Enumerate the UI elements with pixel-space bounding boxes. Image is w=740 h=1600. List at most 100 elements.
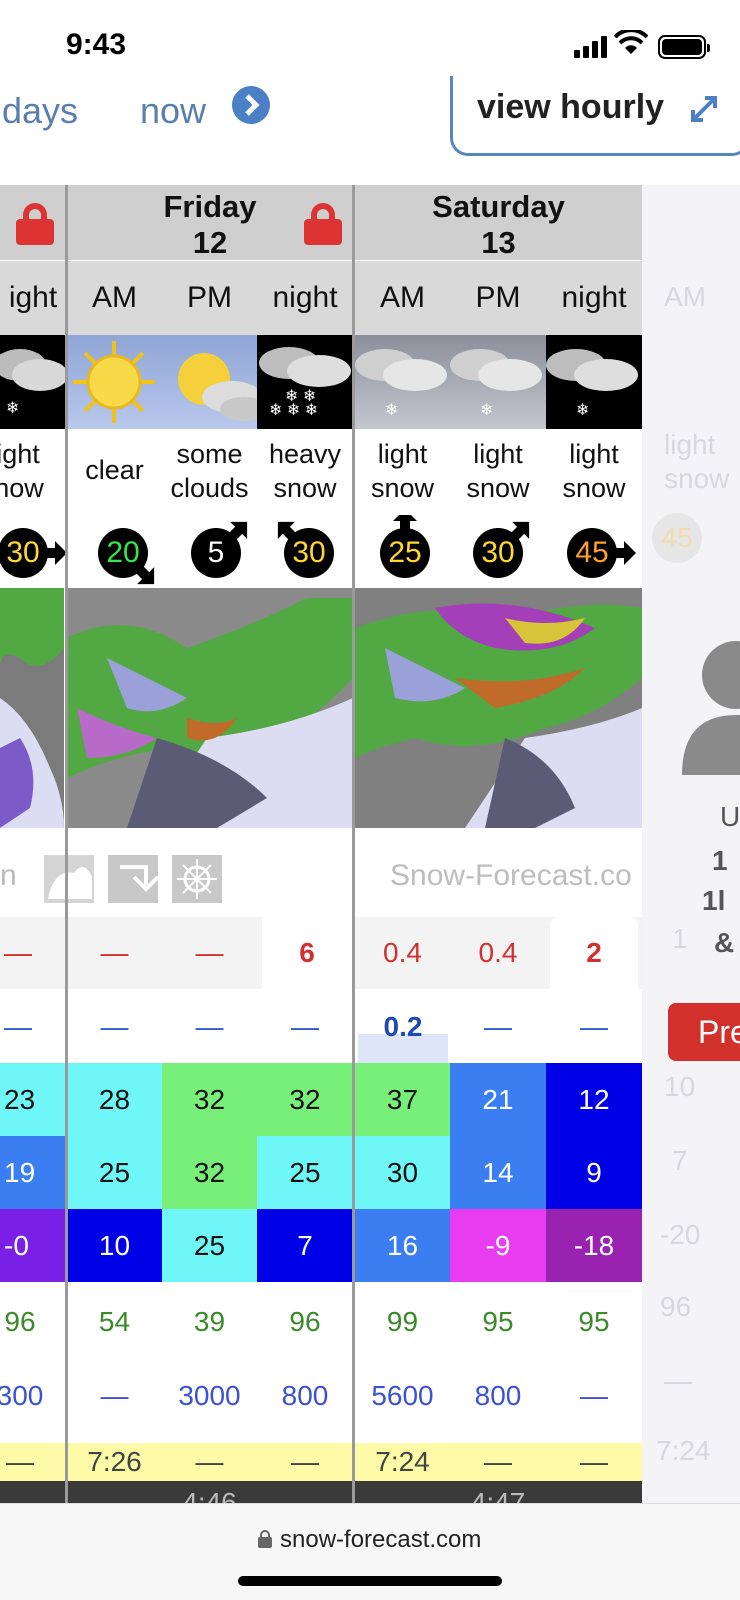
temp-min-cell: 32: [162, 1136, 257, 1209]
clock: 9:43: [66, 28, 127, 61]
lock-icon[interactable]: [304, 203, 342, 245]
freezing-value: 5600: [371, 1380, 434, 1411]
precip-layer-icon[interactable]: [108, 855, 158, 903]
snow-value: —: [100, 937, 129, 968]
humidity-value: 99: [386, 1306, 419, 1337]
day-name: Saturday: [432, 189, 565, 224]
faded-promo-text: 1l: [702, 885, 726, 916]
humidity-value: 96: [4, 1306, 36, 1337]
sunrise-value: —: [546, 1443, 642, 1481]
humidity-row: 96 54 39 96 99 95 95: [0, 1285, 642, 1359]
svg-text:❄: ❄: [6, 400, 19, 417]
weather-desc: heavy snow: [257, 437, 353, 507]
url-text: snow-forecast.com: [280, 1526, 482, 1553]
temp-max-cell: 37: [355, 1063, 450, 1136]
snow-cloud-icon: ❄: [450, 335, 546, 429]
snow-map-image[interactable]: [67, 588, 353, 828]
freezing-value: 800: [281, 1380, 329, 1411]
view-hourly-button[interactable]: view hourly: [450, 76, 740, 156]
heavy-snow-night-icon: ❄ ❄ ❄ ❄ ❄: [257, 335, 353, 429]
temp-min-cell: 14: [450, 1136, 546, 1209]
freezing-value: —: [100, 1380, 129, 1411]
svg-text:❄ ❄: ❄ ❄: [285, 388, 316, 405]
faded-freezing: —: [664, 1365, 692, 1396]
snow-value: 2: [550, 917, 638, 989]
day-divider: [65, 185, 68, 1503]
period-label: night: [546, 261, 642, 335]
rain-amount-row: — — — — 0.2 — —: [0, 991, 642, 1063]
snow-value: 6: [262, 899, 352, 989]
sunrise-value: 7:26: [67, 1443, 162, 1481]
days-link[interactable]: days: [2, 90, 78, 132]
weather-desc: light snow: [355, 437, 450, 507]
day-divider: [352, 185, 355, 1503]
rain-value: —: [580, 1011, 608, 1042]
wind-indicator: 20: [88, 515, 168, 585]
home-indicator: [238, 1576, 502, 1586]
faded-period: AM: [664, 281, 706, 312]
wifi-icon: [614, 30, 648, 54]
faded-humidity: 96: [660, 1291, 692, 1322]
wind-indicator: 30: [0, 515, 68, 585]
lock-icon[interactable]: [16, 203, 54, 245]
humidity-value: 39: [193, 1306, 226, 1337]
sunrise-value: —: [0, 1443, 40, 1481]
rain-value: —: [4, 1011, 32, 1042]
sunrise-value: 7:24: [355, 1443, 450, 1481]
snow-value: —: [4, 937, 32, 968]
view-hourly-label: view hourly: [477, 88, 665, 126]
humidity-value: 54: [98, 1306, 131, 1337]
wind-indicator: 5: [181, 515, 261, 585]
snow-amount-row: — — — 6 0.4 0.4 2: [0, 899, 642, 989]
temp-max-cell: 32: [162, 1063, 257, 1136]
snow-cloud-night-icon: ❄: [0, 335, 66, 429]
temp-min-cell: 25: [67, 1136, 162, 1209]
snow-map-image[interactable]: [0, 588, 64, 828]
faded-temp: 10: [664, 1071, 696, 1102]
sunset-value: 4:46: [182, 1487, 237, 1503]
temp-min-cell: 9: [546, 1136, 642, 1209]
weather-desc: some clouds: [162, 437, 257, 507]
snow-layer-icon[interactable]: [172, 855, 222, 903]
wind-indicator: 30: [274, 515, 354, 585]
wind-chill-cell: -0: [0, 1209, 65, 1282]
faded-promo-text: &: [714, 927, 735, 958]
wind-chill-cell: -9: [450, 1209, 546, 1282]
wind-speed: 30: [284, 528, 334, 578]
sunrise-value: —: [162, 1443, 257, 1481]
svg-text:❄: ❄: [480, 402, 493, 419]
sunrise-value: —: [450, 1443, 546, 1481]
snow-map-image[interactable]: [355, 588, 642, 828]
rain-value: —: [100, 1011, 129, 1042]
padlock-icon: [258, 1530, 272, 1548]
next-arrow-icon[interactable]: [232, 86, 270, 124]
wind-chill-cell: 10: [67, 1209, 162, 1282]
wind-chill-cell: 16: [355, 1209, 450, 1282]
rain-value: —: [484, 1011, 512, 1042]
premium-button[interactable]: Pre: [668, 1003, 740, 1061]
period-label: AM: [355, 261, 450, 335]
sunset-row: 4:46 4:47: [0, 1481, 642, 1503]
cloud-layer-icon[interactable]: [44, 855, 94, 903]
now-link[interactable]: now: [140, 90, 206, 132]
svg-text:❄: ❄: [576, 402, 589, 419]
period-label: AM: [67, 261, 162, 335]
temp-max-cell: 28: [67, 1063, 162, 1136]
snow-cloud-icon: ❄: [355, 335, 450, 429]
wind-speed: 45: [567, 528, 617, 578]
period-label: night: [257, 261, 353, 335]
rain-value: —: [195, 1011, 224, 1042]
forecast-grid: Friday 12 Saturday 13 ight AM PM night A…: [0, 185, 642, 1503]
faded-weather: light: [664, 429, 716, 460]
sunset-value: 4:47: [470, 1487, 526, 1503]
weather-desc: clear: [67, 453, 162, 493]
svg-text:❄: ❄: [385, 402, 398, 419]
wind-speed: 25: [380, 528, 430, 578]
wind-chill-cell: 7: [257, 1209, 353, 1282]
humidity-value: 95: [578, 1306, 610, 1337]
freezing-value: 3000: [178, 1380, 241, 1411]
next-day-faded-column: AM light snow 45 U 1 1l & 1 10 7 -20 96 …: [642, 185, 740, 1503]
sun-icon: [67, 335, 162, 429]
weather-desc: light snow: [546, 437, 642, 507]
sun-cloud-icon: [162, 335, 257, 429]
